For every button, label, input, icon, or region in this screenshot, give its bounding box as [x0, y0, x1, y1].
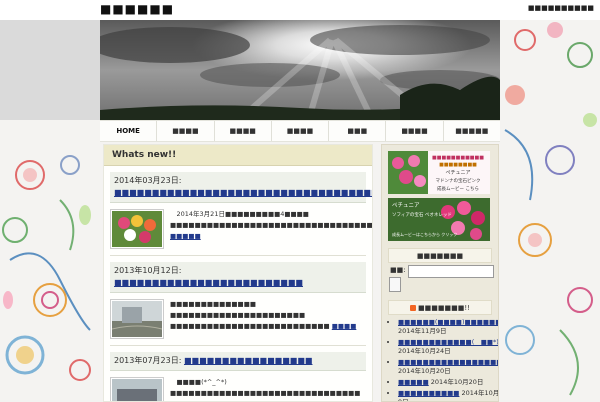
recent-post-link[interactable]: ■■■■■ [398, 378, 429, 386]
top-right-text[interactable]: ■■■■■■■■■■ [528, 4, 594, 12]
banner-line4: マドンナの宝石ピンク [436, 177, 481, 184]
banner-line1: ■■■■■■■■■■■ [432, 155, 484, 161]
recent-post-link[interactable]: ■■■■■■(■■■■)■■■■■■ [398, 318, 498, 326]
list-item: ■■■■■■■■■■■■( ■■*) 2014年10月24日 [398, 338, 498, 356]
banner2-line3: 成長ムービーはこちらから クリック [392, 231, 457, 237]
nav-item-6[interactable]: ■■■■ [386, 121, 444, 141]
post-excerpt-text: ■■■■■■■■■■■■■■ ■■■■■■■■■■■■■■■■■■■■■■ ■■… [170, 300, 330, 330]
post-title-link[interactable]: ■■■■■■■■■■■■■■■■■■■■■■■■■■■■■■■■■■■■■■■■… [114, 188, 372, 197]
recent-post-link[interactable]: ■■■■■■■■■■ [398, 389, 459, 397]
banner-line2: ■■■■■■■■ [439, 162, 477, 168]
header-image [100, 20, 500, 120]
post-excerpt-text: ■■■■(*^_^*) ■■■■■■■■■■■■■■■■■■■■■■■■■■■■… [170, 378, 361, 401]
post-body: 2014年3月21日■■■■■■■■■4■■■■ ■■■■■■■■■■■■■■■… [110, 209, 372, 249]
post-date: 2013年07月23日: [114, 356, 184, 365]
recent-post-link[interactable]: ■■■■■■■■■■■■■■■■■■(■■■■)■■■■ [398, 358, 498, 366]
top-bar: ■■■■■■ ■■■■■■■■■■ [0, 0, 600, 20]
search-input[interactable] [408, 265, 494, 278]
nav-item-3[interactable]: ■■■■ [215, 121, 272, 141]
post-title-link[interactable]: ■■■■■■■■■■■■■■■■■ [184, 356, 313, 365]
post-body: ■■■■■■■■■■■■■■ ■■■■■■■■■■■■■■■■■■■■■■ ■■… [110, 299, 366, 339]
list-item: ■■■■■ 2014年10月20日 [398, 378, 498, 387]
post: 2013年07月23日: ■■■■■■■■■■■■■■■■■ ■■■■(*^_^… [110, 352, 366, 401]
post-body: ■■■■(*^_^*) ■■■■■■■■■■■■■■■■■■■■■■■■■■■■… [110, 377, 366, 401]
post-excerpt-text: 2014年3月21日■■■■■■■■■4■■■■ ■■■■■■■■■■■■■■■… [170, 210, 373, 229]
post-header: 2014年03月23日: ■■■■■■■■■■■■■■■■■■■■■■■■■■■… [110, 172, 372, 203]
list-item: ■■■■■■(■■■■)■■■■■■ 2014年11月9日 [398, 318, 498, 336]
recent-posts-list: ■■■■■■(■■■■)■■■■■■ 2014年11月9日 ■■■■■■■■■■… [390, 318, 498, 401]
main-content: Whats new!! 2014年03月23日: ■■■■■■■■■■■■■■■… [103, 144, 373, 402]
nav-item-5[interactable]: ■■■ [329, 121, 387, 141]
divider [110, 255, 366, 256]
banner2-line1: ペチュニア [392, 202, 420, 209]
recent-post-date: 2014年10月24日 [398, 347, 451, 355]
search-widget-title: ■■■■■■■ [388, 248, 492, 263]
recent-posts-label: ■■■■■■■!! [418, 303, 470, 312]
petunia-banner-pink[interactable]: ■■■■■■■■■■■ ■■■■■■■■ ペチュニア マドンナの宝石ピンク 成長… [388, 151, 490, 194]
rss-icon[interactable] [410, 304, 417, 311]
search-label: ■■: [390, 266, 406, 274]
banner-line3: ペチュニア [445, 170, 470, 176]
petunia-banner-red[interactable]: ペチュニア ソフィアの宝石 ベオネレッド 成長ムービーはこちらから クリック [388, 198, 490, 241]
post-thumbnail[interactable] [110, 299, 164, 339]
recent-posts-title: ■■■■■■■!! [388, 300, 492, 315]
search-button[interactable] [389, 277, 401, 292]
post-header: 2013年07月23日: ■■■■■■■■■■■■■■■■■ [110, 352, 366, 371]
post: 2014年03月23日: ■■■■■■■■■■■■■■■■■■■■■■■■■■■… [110, 172, 372, 256]
post-thumbnail[interactable] [110, 377, 164, 401]
post-date: 2014年03月23日: [114, 176, 182, 185]
banner2-line2: ソフィアの宝石 ベオネレッド [392, 211, 452, 218]
post-date: 2013年10月12日: [114, 266, 182, 275]
post-excerpt: 2014年3月21日■■■■■■■■■4■■■■ ■■■■■■■■■■■■■■■… [170, 209, 373, 249]
post-excerpt: ■■■■■■■■■■■■■■ ■■■■■■■■■■■■■■■■■■■■■■ ■■… [170, 299, 366, 339]
post-title-link[interactable]: ■■■■■■■■■■■■■■■■■■■■■■■■■ [114, 278, 303, 287]
main-nav: HOME ■■■■ ■■■■ ■■■■ ■■■ ■■■■ ■■■■■ [100, 120, 500, 142]
recent-post-date: 2014年11月9日 [398, 327, 447, 335]
post: 2013年10月12日: ■■■■■■■■■■■■■■■■■■■■■■■■■ ■… [110, 262, 366, 346]
post-excerpt: ■■■■(*^_^*) ■■■■■■■■■■■■■■■■■■■■■■■■■■■■… [170, 377, 366, 401]
site-title[interactable]: ■■■■■■ [100, 2, 174, 16]
list-item: ■■■■■■■■■■■■■■■■■■(■■■■)■■■■ 2014年10月20日 [398, 358, 498, 376]
nav-item-2[interactable]: ■■■■ [157, 121, 215, 141]
sidebar: ■■■■■■■■■■■ ■■■■■■■■ ペチュニア マドンナの宝石ピンク 成長… [381, 144, 499, 402]
post-header: 2013年10月12日: ■■■■■■■■■■■■■■■■■■■■■■■■■ [110, 262, 366, 293]
read-more-link[interactable]: ■■■■ [332, 322, 357, 330]
recent-post-date: 2014年10月20日 [428, 378, 484, 386]
recent-post-link[interactable]: ■■■■■■■■■■■■( ■■*) [398, 338, 498, 346]
nav-home[interactable]: HOME [100, 121, 158, 141]
recent-post-date: 2014年10月20日 [398, 367, 451, 375]
whats-new-heading: Whats new!! [104, 145, 372, 166]
nav-item-7[interactable]: ■■■■■ [444, 121, 500, 141]
list-item: ■■■■■■■■■■ 2014年10月9日 [398, 389, 498, 401]
banner-line5: 成長ムービー こちら [437, 185, 479, 192]
divider [110, 345, 366, 346]
post-thumbnail[interactable] [110, 209, 164, 249]
nav-item-4[interactable]: ■■■■ [272, 121, 330, 141]
